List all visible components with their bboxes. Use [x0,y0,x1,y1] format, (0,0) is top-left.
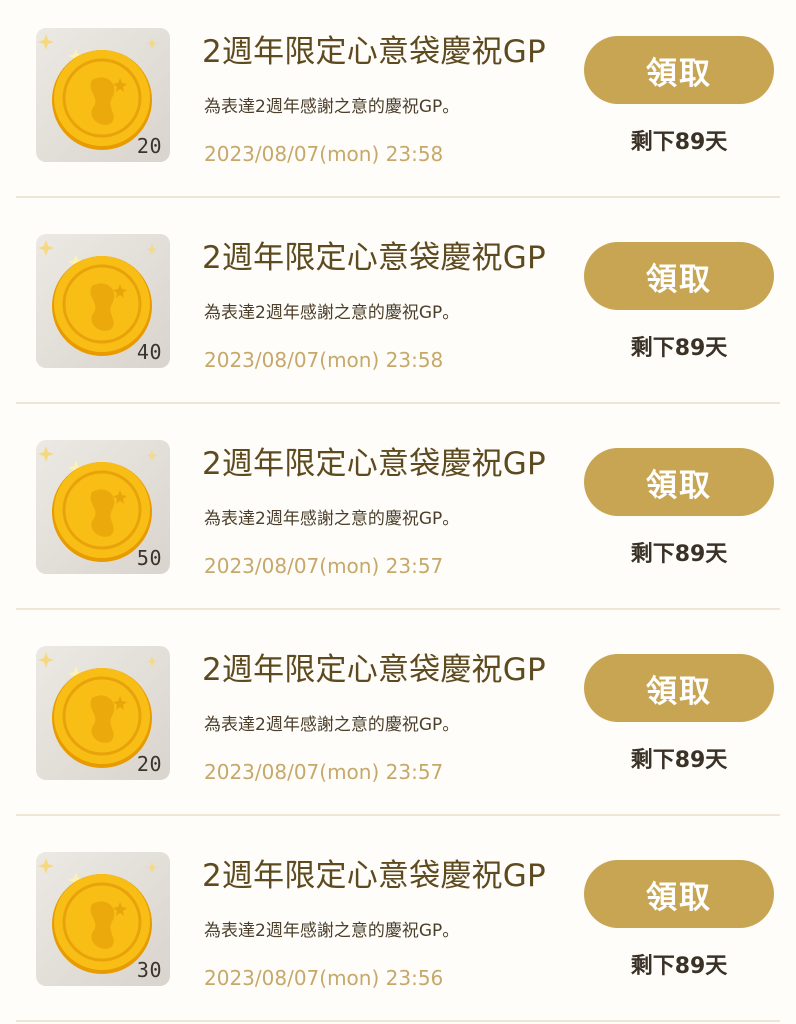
list-item: 30 2週年限定心意袋慶祝GP 為表達2週年感謝之意的慶祝GP。 2023/08… [0,824,796,1024]
remaining-days: 剩下89天 [630,336,728,361]
item-title: 2週年限定心意袋慶祝GP [202,34,546,70]
item-thumbnail: 20 [36,28,170,162]
item-thumbnail: 30 [36,852,170,986]
item-thumbnail: 40 [36,234,170,368]
item-title: 2週年限定心意袋慶祝GP [202,240,546,276]
claim-button[interactable]: 領取 [584,654,774,722]
item-description: 為表達2週年感謝之意的慶祝GP。 [204,97,460,117]
item-description: 為表達2週年感謝之意的慶祝GP。 [204,921,460,941]
item-date: 2023/08/07(mon) 23:58 [204,348,444,372]
item-description: 為表達2週年感謝之意的慶祝GP。 [204,715,460,735]
item-quantity: 30 [136,958,162,982]
remaining-days: 剩下89天 [630,130,728,155]
list-item: 40 2週年限定心意袋慶祝GP 為表達2週年感謝之意的慶祝GP。 2023/08… [0,206,796,412]
item-date: 2023/08/07(mon) 23:57 [204,760,444,784]
item-quantity: 40 [136,340,162,364]
list-item: 50 2週年限定心意袋慶祝GP 為表達2週年感謝之意的慶祝GP。 2023/08… [0,412,796,618]
claim-button[interactable]: 領取 [584,448,774,516]
item-title: 2週年限定心意袋慶祝GP [202,652,546,688]
item-quantity: 50 [136,546,162,570]
remaining-days: 剩下89天 [630,542,728,567]
divider [16,402,780,404]
item-date: 2023/08/07(mon) 23:58 [204,142,444,166]
item-quantity: 20 [136,752,162,776]
item-description: 為表達2週年感謝之意的慶祝GP。 [204,303,460,323]
item-thumbnail: 20 [36,646,170,780]
remaining-days: 剩下89天 [630,954,728,979]
item-date: 2023/08/07(mon) 23:56 [204,966,444,990]
item-quantity: 20 [136,134,162,158]
divider [16,196,780,198]
remaining-days: 剩下89天 [630,748,728,773]
item-thumbnail: 50 [36,440,170,574]
item-date: 2023/08/07(mon) 23:57 [204,554,444,578]
list-item: 20 2週年限定心意袋慶祝GP 為表達2週年感謝之意的慶祝GP。 2023/08… [0,0,796,206]
item-title: 2週年限定心意袋慶祝GP [202,446,546,482]
claim-button[interactable]: 領取 [584,36,774,104]
divider [16,608,780,610]
list-item: 20 2週年限定心意袋慶祝GP 為表達2週年感謝之意的慶祝GP。 2023/08… [0,618,796,824]
item-description: 為表達2週年感謝之意的慶祝GP。 [204,509,460,529]
item-title: 2週年限定心意袋慶祝GP [202,858,546,894]
claim-button[interactable]: 領取 [584,242,774,310]
divider [16,1020,780,1022]
claim-button[interactable]: 領取 [584,860,774,928]
gift-list: 20 2週年限定心意袋慶祝GP 為表達2週年感謝之意的慶祝GP。 2023/08… [0,0,796,1024]
divider [16,814,780,816]
